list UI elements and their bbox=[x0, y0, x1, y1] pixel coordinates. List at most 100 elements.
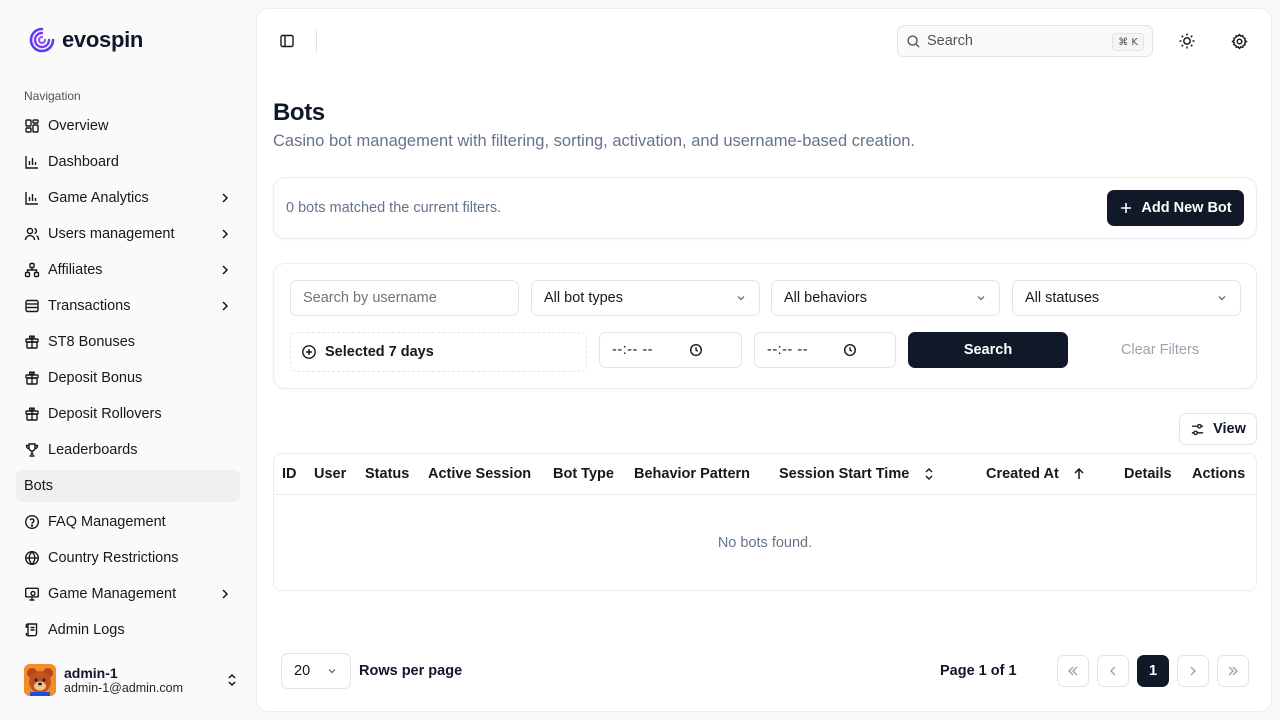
plus-icon bbox=[1119, 201, 1133, 215]
brand-logo[interactable]: evospin bbox=[28, 26, 143, 54]
column-header-active-session[interactable]: Active Session bbox=[428, 466, 531, 482]
sidebar-item-affiliates[interactable]: Affiliates bbox=[16, 254, 240, 286]
next-page-button[interactable] bbox=[1177, 655, 1209, 687]
sidebar-item-game-management[interactable]: Game Management bbox=[16, 578, 240, 610]
page-button-current[interactable]: 1 bbox=[1137, 655, 1169, 687]
clock-icon[interactable] bbox=[843, 343, 857, 357]
chevrons-left-icon bbox=[1066, 664, 1080, 678]
column-header-details[interactable]: Details bbox=[1124, 466, 1172, 482]
column-label: Status bbox=[365, 466, 410, 482]
gift-icon bbox=[24, 370, 40, 386]
theme-toggle-button[interactable] bbox=[1173, 27, 1201, 55]
bots-table: ID User Status Active Session Bot Type B… bbox=[273, 453, 1257, 591]
avatar bbox=[24, 664, 56, 696]
panel-left-icon bbox=[279, 33, 295, 49]
username-search-field[interactable] bbox=[290, 280, 519, 316]
time-to-field[interactable]: --:-- -- bbox=[754, 332, 896, 368]
sidebar-item-label: Admin Logs bbox=[48, 622, 125, 638]
users-icon bbox=[24, 226, 40, 242]
chevron-down-icon bbox=[735, 292, 747, 304]
table-header: ID User Status Active Session Bot Type B… bbox=[274, 454, 1256, 495]
username-search-input[interactable] bbox=[291, 290, 518, 306]
summary-card: 0 bots matched the current filters. Add … bbox=[273, 177, 1257, 239]
add-new-bot-button[interactable]: Add New Bot bbox=[1107, 190, 1244, 226]
sidebar-item-label: ST8 Bonuses bbox=[48, 334, 136, 350]
sidebar-item-game-analytics[interactable]: Game Analytics bbox=[16, 182, 240, 214]
chevron-right-icon bbox=[1186, 664, 1200, 678]
column-header-id[interactable]: ID bbox=[282, 466, 297, 482]
clear-filters-button[interactable]: Clear Filters bbox=[1080, 332, 1240, 368]
user-menu[interactable]: admin-1 admin-1@admin.com bbox=[24, 662, 240, 698]
bot-type-select[interactable]: All bot types bbox=[531, 280, 760, 316]
column-header-session-start-time[interactable]: Session Start Time bbox=[779, 466, 935, 482]
time-from-field[interactable]: --:-- -- bbox=[599, 332, 742, 368]
settings-button[interactable] bbox=[1225, 27, 1253, 55]
user-name: admin-1 bbox=[64, 664, 118, 681]
sidebar-item-deposit-bonus[interactable]: Deposit Bonus bbox=[16, 362, 240, 394]
sidebar-toggle-button[interactable] bbox=[273, 27, 301, 55]
plus-circle-icon bbox=[301, 344, 317, 360]
brand-name: evospin bbox=[62, 27, 144, 52]
help-circle-icon bbox=[24, 514, 40, 530]
topbar-divider bbox=[316, 29, 317, 53]
clock-icon[interactable] bbox=[689, 343, 703, 357]
sidebar-item-transactions[interactable]: Transactions bbox=[16, 290, 240, 322]
user-info: admin-1 admin-1@admin.com bbox=[64, 665, 224, 695]
search-input[interactable] bbox=[927, 33, 1107, 49]
rows-per-page-select[interactable]: 20 bbox=[281, 653, 351, 689]
spiral-logo-icon bbox=[28, 26, 56, 54]
column-header-status[interactable]: Status bbox=[365, 466, 409, 482]
chevrons-up-down-icon bbox=[224, 672, 240, 688]
monitor-icon bbox=[24, 586, 40, 602]
sidebar-item-admin-logs[interactable]: Admin Logs bbox=[16, 614, 240, 646]
chevron-right-icon bbox=[218, 191, 232, 205]
network-icon bbox=[24, 262, 40, 278]
status-select[interactable]: All statuses bbox=[1012, 280, 1241, 316]
column-header-actions[interactable]: Actions bbox=[1192, 466, 1245, 482]
sidebar-item-faq-management[interactable]: FAQ Management bbox=[16, 506, 240, 538]
sidebar-item-dashboard[interactable]: Dashboard bbox=[16, 146, 240, 178]
column-label: Active Session bbox=[428, 466, 532, 482]
bar-chart-icon bbox=[24, 190, 40, 206]
sun-icon bbox=[1178, 32, 1196, 50]
sidebar-item-label: Deposit Bonus bbox=[48, 370, 143, 386]
filter-card: All bot types All behaviors All statuses… bbox=[273, 263, 1257, 389]
previous-page-button[interactable] bbox=[1097, 655, 1129, 687]
first-page-button[interactable] bbox=[1057, 655, 1089, 687]
page-subtitle: Casino bot management with filtering, so… bbox=[273, 132, 916, 150]
chevron-right-icon bbox=[218, 299, 232, 313]
sidebar-item-overview[interactable]: Overview bbox=[16, 110, 240, 142]
sidebar-item-leaderboards[interactable]: Leaderboards bbox=[16, 434, 240, 466]
sidebar-item-deposit-rollovers[interactable]: Deposit Rollovers bbox=[16, 398, 240, 430]
search-shortcut: ⌘ K bbox=[1112, 33, 1144, 51]
gear-icon bbox=[1230, 32, 1248, 50]
date-range-picker[interactable]: Selected 7 days bbox=[290, 332, 587, 372]
sidebar-item-bots[interactable]: Bots bbox=[16, 470, 240, 502]
column-header-created-at[interactable]: Created At bbox=[986, 466, 1085, 482]
sidebar-item-label: Overview bbox=[48, 118, 109, 134]
chevron-right-icon bbox=[218, 227, 232, 241]
sidebar-item-label: Game Management bbox=[48, 586, 177, 602]
nav-list: Overview Dashboard Game Analytics Users … bbox=[16, 110, 240, 650]
last-page-button[interactable] bbox=[1217, 655, 1249, 687]
sidebar-item-country-restrictions[interactable]: Country Restrictions bbox=[16, 542, 240, 574]
column-header-bot-type[interactable]: Bot Type bbox=[553, 466, 614, 482]
column-header-behavior-pattern[interactable]: Behavior Pattern bbox=[634, 466, 750, 482]
search-button[interactable]: Search bbox=[908, 332, 1068, 368]
sidebar-item-label: Dashboard bbox=[48, 154, 119, 170]
sidebar-item-label: Users management bbox=[48, 226, 175, 242]
sidebar-item-st8-bonuses[interactable]: ST8 Bonuses bbox=[16, 326, 240, 358]
layout-grid-icon bbox=[24, 118, 40, 134]
sidebar-item-users-management[interactable]: Users management bbox=[16, 218, 240, 250]
view-options-button[interactable]: View bbox=[1179, 413, 1257, 445]
sidebar-item-label: FAQ Management bbox=[48, 514, 166, 530]
sidebar-item-label: Affiliates bbox=[48, 262, 103, 278]
chevron-left-icon bbox=[1106, 664, 1120, 678]
column-label: Actions bbox=[1192, 466, 1246, 482]
sidebar-item-label: Game Analytics bbox=[48, 190, 149, 206]
wallet-icon bbox=[24, 298, 40, 314]
sidebar-item-label: Deposit Rollovers bbox=[48, 406, 162, 422]
global-search[interactable]: ⌘ K bbox=[897, 25, 1153, 57]
behavior-select[interactable]: All behaviors bbox=[771, 280, 1000, 316]
column-header-user[interactable]: User bbox=[314, 466, 346, 482]
